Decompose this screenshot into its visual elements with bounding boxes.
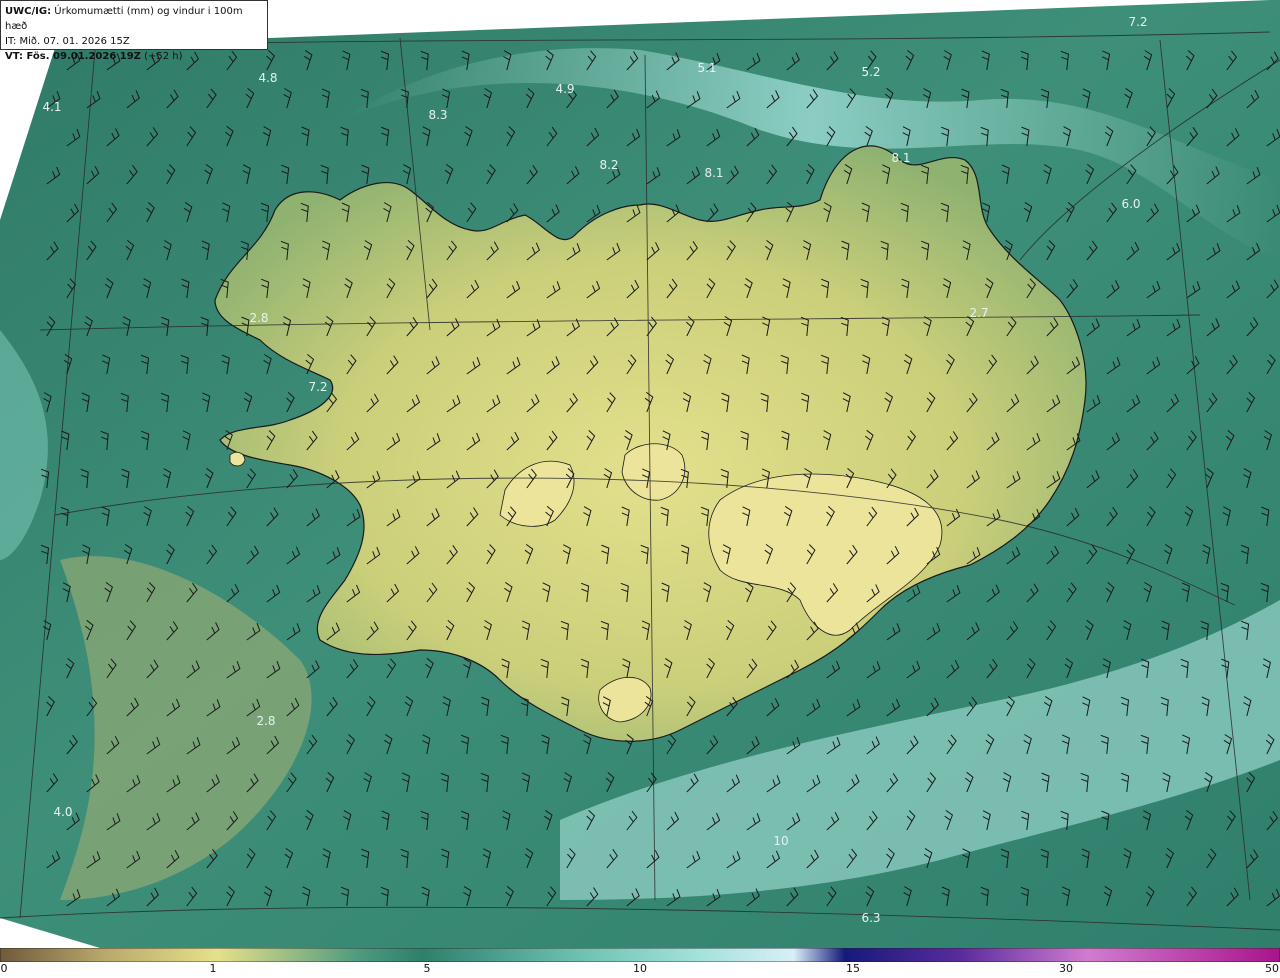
field-value-label: 6.0 (1121, 197, 1141, 211)
field-value-label: 2.8 (256, 714, 276, 728)
field-value-label: 6.3 (861, 911, 881, 925)
field-value-label: 5.1 (697, 61, 717, 75)
colorbar-tick-label: 0 (0, 962, 8, 975)
colorbar-tick-label: 30 (1059, 962, 1073, 975)
field-value-label: 4.0 (53, 805, 73, 819)
field-value-label: 8.2 (599, 158, 619, 172)
product-code: UWC/IG: (5, 6, 52, 17)
valid-time-line: VT: Fös. 09.01.2026 19Z (+52 h) (5, 49, 263, 64)
field-value-label: 4.8 (258, 71, 278, 85)
colorbar-tick-label: 50 (1265, 962, 1279, 975)
field-value-label: 8.1 (704, 166, 724, 180)
precipitation-colorbar (0, 948, 1280, 962)
colorbar-tick-label: 1 (209, 962, 217, 975)
field-value-label: 4.9 (555, 82, 575, 96)
field-value-label: 7.2 (1128, 15, 1148, 29)
field-value-label: 8.1 (891, 151, 911, 165)
field-value-label: 7.2 (308, 380, 328, 394)
forecast-hour: (+52 h) (144, 51, 183, 62)
valid-time: VT: Fös. 09.01.2026 19Z (5, 51, 141, 62)
colorbar-tick-label: 10 (633, 962, 647, 975)
glacier-snaefellsjokull (229, 451, 246, 467)
initial-time: IT: Mið. 07. 01. 2026 15Z (5, 36, 130, 47)
precipitation-wind-map (0, 0, 1280, 948)
title-line: UWC/IG: Úrkomumætti (mm) og vindur i 100… (5, 4, 263, 34)
field-value-label: 4.1 (42, 100, 62, 114)
colorbar-tick-label: 5 (423, 962, 431, 975)
field-value-label: 8.3 (428, 108, 448, 122)
map-figure: UWC/IG: Úrkomumætti (mm) og vindur i 100… (0, 0, 1280, 978)
field-value-label: 5.2 (861, 65, 881, 79)
field-value-label: 2.7 (969, 306, 989, 320)
map-info-box: UWC/IG: Úrkomumætti (mm) og vindur i 100… (0, 0, 268, 62)
field-value-label: 10 (773, 834, 789, 848)
field-value-label: 2.8 (249, 311, 269, 325)
colorbar-tick-label: 15 (846, 962, 860, 975)
